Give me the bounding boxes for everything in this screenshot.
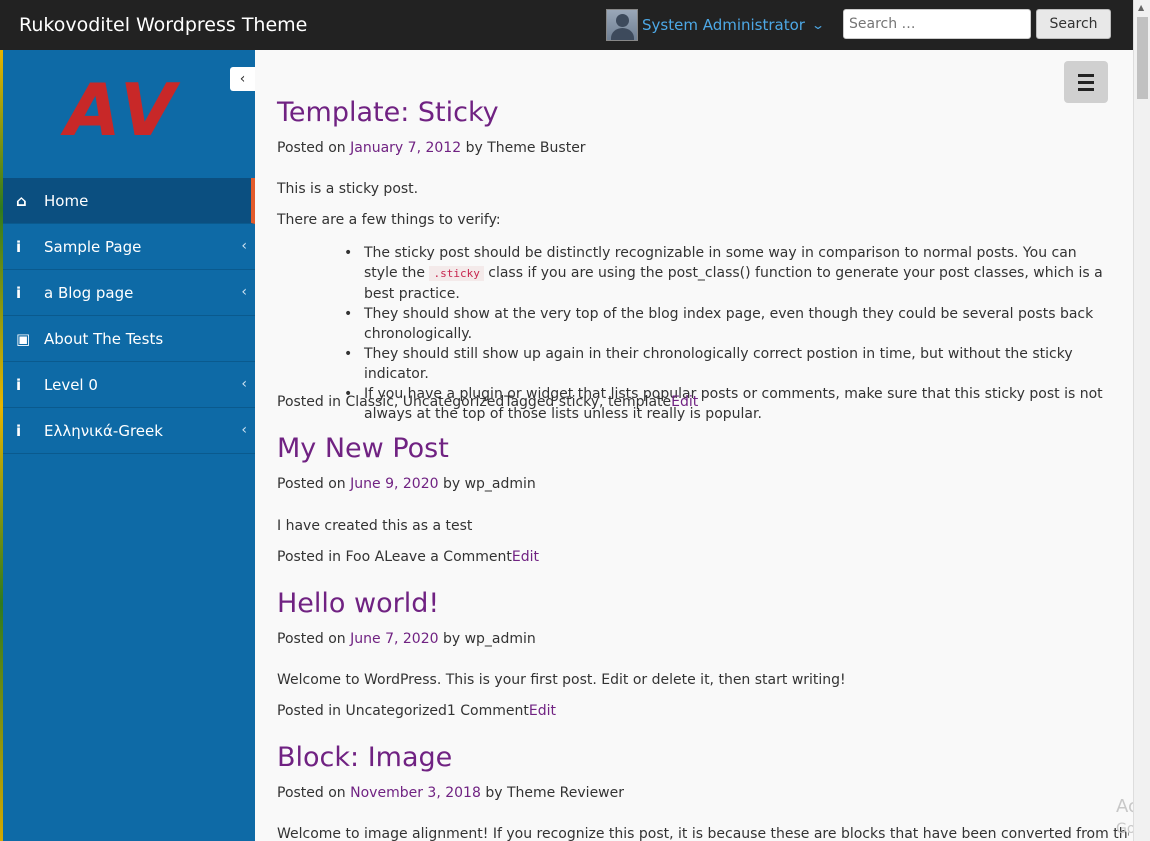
sidebar-item-home[interactable]: ⌂ Home [3, 178, 255, 224]
chevron-down-icon: ⌄ [810, 18, 826, 32]
sidebar-item-label: Level 0 [44, 375, 98, 394]
post-categories[interactable]: Foo A [345, 549, 384, 565]
sidebar-item-level-0[interactable]: i Level 0 ‹ [3, 362, 255, 408]
sidebar-menu: ⌂ Home i Sample Page ‹ i a Blog page ‹ ▣… [3, 178, 255, 454]
sidebar-item-label: About The Tests [44, 329, 164, 348]
user-avatar-icon [606, 9, 638, 41]
comment-link[interactable]: Leave a Comment [384, 549, 512, 565]
post-paragraph: This is a sticky post. [277, 181, 419, 197]
post-paragraph: There are a few things to verify: [277, 212, 501, 228]
posted-in-label: Posted in [277, 549, 342, 565]
post-author[interactable]: wp_admin [465, 476, 536, 492]
post-title[interactable]: Hello world! [277, 588, 439, 619]
posted-on-label: Posted on [277, 476, 346, 492]
sidebar-item-label: Ελληνικά-Greek [44, 421, 163, 440]
post-title[interactable]: My New Post [277, 433, 449, 464]
info-icon: i [16, 375, 22, 394]
code-sticky: .sticky [429, 266, 484, 281]
posted-on-label: Posted on [277, 140, 346, 156]
sidebar-item-sample-page[interactable]: i Sample Page ‹ [3, 224, 255, 270]
post-title[interactable]: Block: Image [277, 742, 452, 773]
post-footer: Posted in Classic, UncategorizedTagged s… [277, 394, 698, 410]
sidebar-item-label: Home [44, 191, 89, 210]
by-label: by [465, 140, 483, 156]
contact-book-icon: ▣ [16, 329, 31, 348]
posted-in-label: Posted in [277, 703, 342, 719]
post-meta: Posted on June 9, 2020 by wp_admin [277, 476, 536, 492]
scrollbar-thumb[interactable] [1137, 17, 1148, 99]
comment-link[interactable]: 1 Comment [447, 703, 529, 719]
post-categories[interactable]: Uncategorized [345, 703, 446, 719]
user-menu[interactable]: System Administrator ⌄ [606, 9, 826, 41]
post-date-link[interactable]: January 7, 2012 [350, 140, 461, 156]
post-meta: Posted on June 7, 2020 by wp_admin [277, 631, 536, 647]
list-item: They should show at the very top of the … [344, 304, 1109, 344]
post-footer: Posted in Foo ALeave a CommentEdit [277, 549, 539, 565]
post-paragraph: I have created this as a test [277, 518, 473, 534]
info-icon: i [16, 237, 22, 256]
info-icon: i [16, 283, 22, 302]
search-button[interactable]: Search [1036, 9, 1111, 39]
by-label: by [442, 476, 461, 492]
post-date-link[interactable]: November 3, 2018 [350, 785, 481, 801]
sidebar-item-label: Sample Page [44, 237, 142, 256]
post-author[interactable]: Theme Reviewer [507, 785, 624, 801]
sidebar-item-greek[interactable]: i Ελληνικά-Greek ‹ [3, 408, 255, 454]
vertical-scrollbar[interactable]: ▲ [1133, 0, 1150, 841]
home-icon: ⌂ [16, 191, 27, 210]
chevron-left-icon: ‹ [241, 238, 247, 254]
by-label: by [442, 631, 461, 647]
chevron-left-icon: ‹ [241, 422, 247, 438]
chevron-left-icon: ‹ [241, 284, 247, 300]
post-date-link[interactable]: June 7, 2020 [350, 631, 438, 647]
post-title[interactable]: Template: Sticky [277, 97, 499, 128]
post-paragraph: Welcome to image alignment! If you recog… [277, 826, 1129, 841]
post-paragraph: Welcome to WordPress. This is your first… [277, 672, 846, 688]
posted-on-label: Posted on [277, 785, 346, 801]
post-tags[interactable]: sticky, template [559, 394, 671, 410]
scroll-up-icon[interactable]: ▲ [1138, 3, 1144, 12]
sidebar-item-about-the-tests[interactable]: ▣ About The Tests [3, 316, 255, 362]
top-navbar: Rukovoditel Wordpress Theme System Admin… [0, 0, 1133, 50]
edit-link[interactable]: Edit [671, 394, 698, 410]
info-icon: i [16, 421, 22, 440]
site-title[interactable]: Rukovoditel Wordpress Theme [19, 14, 307, 36]
hamburger-menu-button[interactable] [1064, 61, 1108, 103]
post-meta: Posted on November 3, 2018 by Theme Revi… [277, 785, 624, 801]
logo: AV [65, 68, 180, 152]
post-author[interactable]: wp_admin [465, 631, 536, 647]
tagged-label: Tagged [504, 394, 555, 410]
post-footer: Posted in Uncategorized1 CommentEdit [277, 703, 556, 719]
post-author[interactable]: Theme Buster [487, 140, 585, 156]
user-name: System Administrator [642, 16, 805, 34]
sidebar-item-blog-page[interactable]: i a Blog page ‹ [3, 270, 255, 316]
post-meta: Posted on January 7, 2012 by Theme Buste… [277, 140, 586, 156]
chevron-left-icon: ‹ [241, 376, 247, 392]
post-date-link[interactable]: June 9, 2020 [350, 476, 438, 492]
by-label: by [485, 785, 503, 801]
sidebar-item-label: a Blog page [44, 283, 134, 302]
search-input[interactable] [843, 9, 1031, 39]
post-categories[interactable]: Classic, Uncategorized [345, 394, 504, 410]
posted-in-label: Posted in [277, 394, 342, 410]
edit-link[interactable]: Edit [529, 703, 556, 719]
sidebar-collapse-button[interactable]: ‹ [230, 67, 255, 91]
posted-on-label: Posted on [277, 631, 346, 647]
edit-link[interactable]: Edit [512, 549, 539, 565]
list-item: The sticky post should be distinctly rec… [344, 243, 1109, 304]
list-item: They should still show up again in their… [344, 344, 1109, 384]
